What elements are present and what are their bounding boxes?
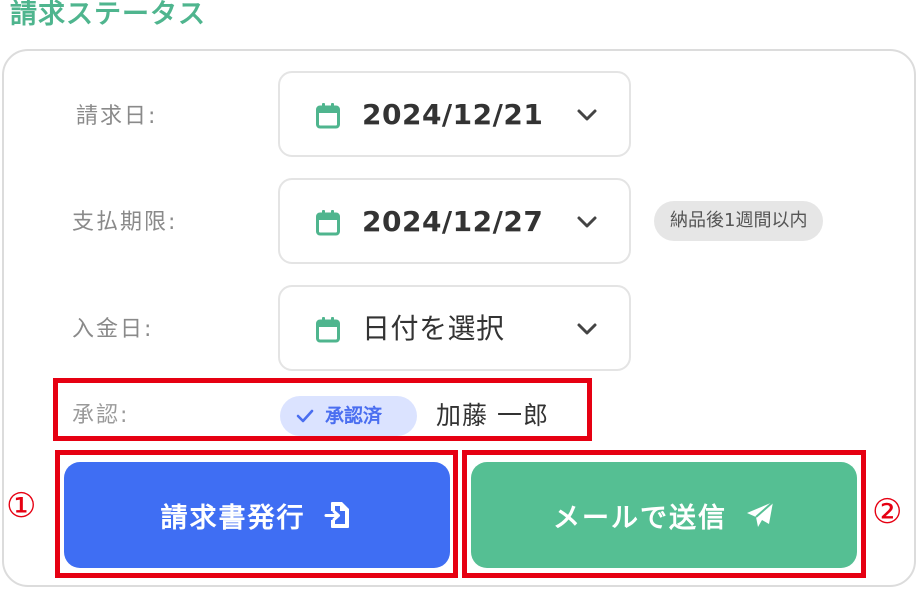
billing-status-panel: 請求ステータス 請求日: 2024/12/21 支払期限: 2024/12/27…	[0, 0, 920, 590]
calendar-icon	[316, 210, 340, 236]
invoice-date-picker[interactable]: 2024/12/21	[278, 71, 631, 157]
chevron-down-icon	[577, 323, 597, 335]
issue-invoice-button[interactable]: 請求書発行	[64, 462, 450, 568]
due-date-label: 支払期限:	[72, 210, 178, 235]
payment-date-picker[interactable]: 日付を選択	[278, 285, 631, 371]
calendar-icon	[316, 317, 340, 343]
check-icon	[296, 409, 314, 423]
marker-1: ①	[6, 486, 37, 526]
approved-status-badge: 承認済	[280, 396, 417, 436]
issue-invoice-label: 請求書発行	[160, 502, 306, 534]
approved-status-text: 承認済	[325, 405, 383, 427]
payment-date-placeholder: 日付を選択	[362, 312, 505, 345]
invoice-date-value: 2024/12/21	[362, 98, 544, 131]
due-date-note-badge: 納品後1週間以内	[654, 201, 824, 241]
paper-plane-icon	[747, 501, 774, 527]
payment-date-label: 入金日:	[72, 317, 154, 342]
due-date-picker[interactable]: 2024/12/27	[278, 178, 631, 264]
chevron-down-icon	[577, 216, 597, 228]
chevron-down-icon	[577, 109, 597, 121]
invoice-date-label: 請求日:	[76, 104, 158, 129]
approval-label: 承認:	[72, 403, 130, 428]
approver-name: 加藤 一郎	[436, 401, 549, 430]
calendar-icon	[316, 103, 340, 129]
send-mail-label: メールで送信	[553, 502, 727, 534]
due-date-value: 2024/12/27	[362, 205, 544, 238]
marker-2: ②	[872, 492, 903, 532]
send-mail-button[interactable]: メールで送信	[471, 462, 857, 568]
file-export-icon	[324, 502, 349, 528]
section-title: 請求ステータス	[10, 0, 206, 30]
